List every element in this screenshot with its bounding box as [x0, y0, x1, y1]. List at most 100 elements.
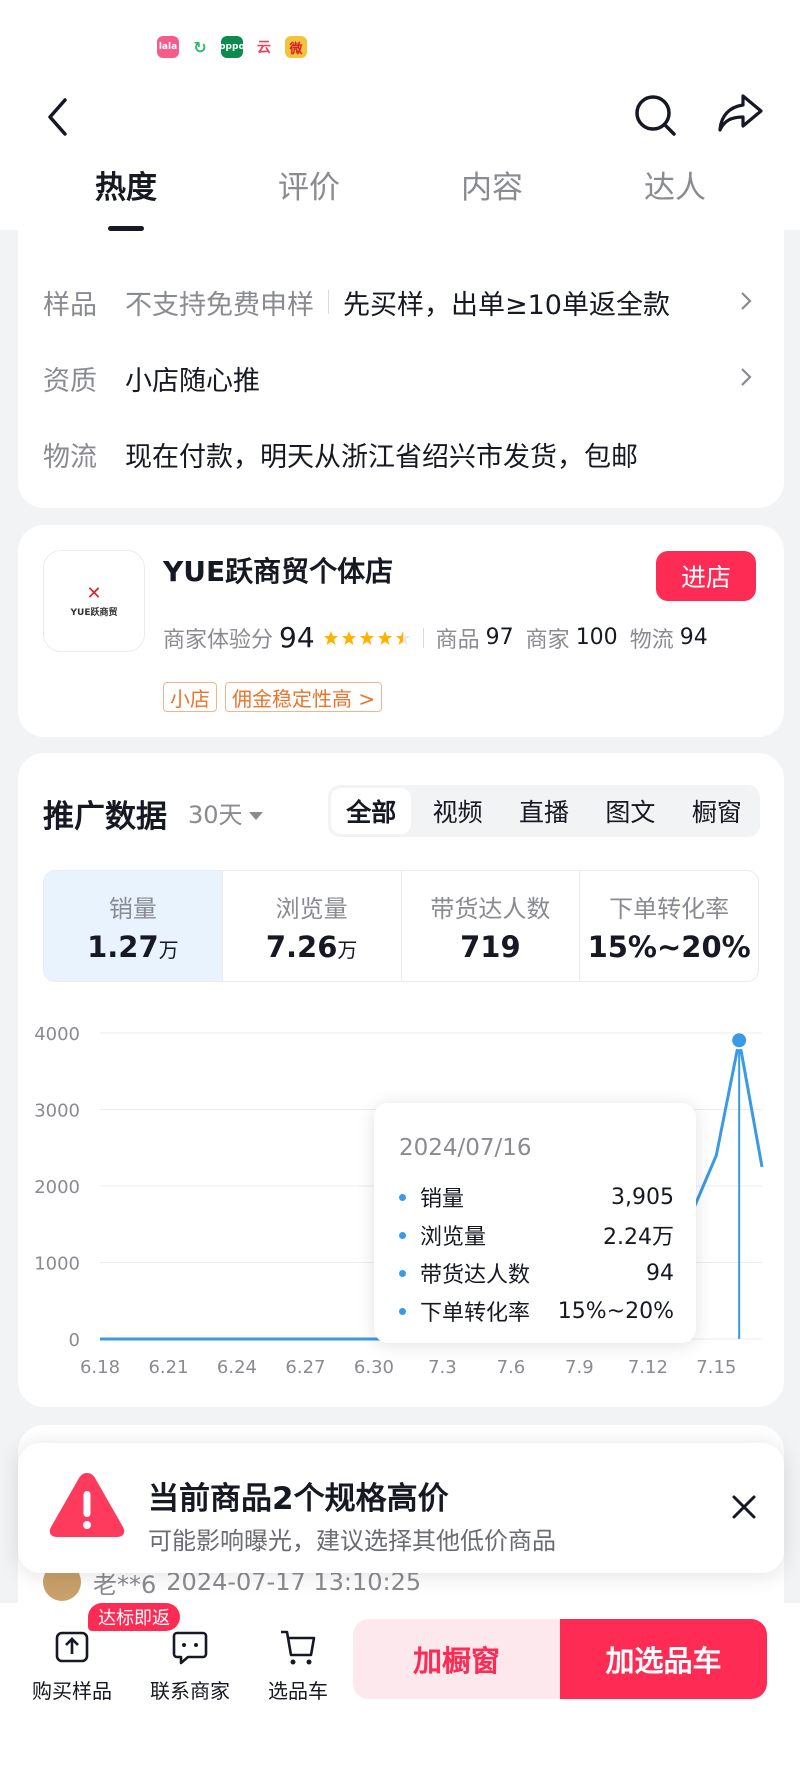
- tab-reviews[interactable]: 评价: [278, 162, 340, 207]
- chevron-right-icon: [741, 368, 752, 386]
- y-tick-label: 0: [69, 1330, 80, 1351]
- add-to-window-button[interactable]: 加橱窗: [353, 1619, 560, 1699]
- rating-stars: [323, 630, 411, 646]
- x-tick-label: 6.30: [354, 1357, 394, 1378]
- contact-merchant-button[interactable]: 联系商家: [150, 1627, 230, 1704]
- lala-app-icon: lala: [157, 36, 179, 58]
- star-half-icon: [395, 630, 410, 645]
- chat-icon: [172, 1631, 208, 1665]
- shop-tags: 小店 佣金稳定性高 >: [163, 682, 383, 712]
- share-icon[interactable]: [715, 88, 765, 138]
- yun-app-icon: 云: [253, 36, 275, 58]
- status-bar: lala ↻ oppo 云 微: [0, 0, 800, 80]
- upload-box-icon: [55, 1631, 89, 1663]
- chart-tooltip: 2024/07/16 销量 3,905 浏览量 2.24万 带货达人数 94 下单转化…: [374, 1103, 696, 1343]
- bottom-action-bar: 达标即返 购买样品 联系商家 选品车 加橱窗 加选品车: [0, 1603, 800, 1788]
- info-row-logistics: 物流 现在付款，明天从浙江省绍兴市发货，包邮: [43, 424, 759, 484]
- tooltip-row: 下单转化率 15%~20%: [399, 1293, 674, 1329]
- star-icon: [359, 630, 374, 645]
- buy-sample-button[interactable]: 购买样品: [32, 1627, 112, 1704]
- y-tick-label: 3000: [34, 1101, 80, 1122]
- info-row-sample[interactable]: 样品 不支持免费申样 先买样，出单≥10单返全款: [43, 272, 759, 332]
- x-tick-label: 7.3: [428, 1357, 457, 1378]
- warning-triangle-icon: [49, 1473, 125, 1537]
- y-tick-label: 2000: [34, 1177, 80, 1198]
- y-tick-label: 4000: [34, 1024, 80, 1045]
- search-icon[interactable]: [630, 90, 680, 140]
- shop-tag: 小店: [163, 682, 217, 712]
- series-dot-icon: [399, 1269, 406, 1277]
- cart-icon: [281, 1630, 316, 1665]
- product-info-card: 样品 不支持免费申样 先买样，出单≥10单返全款 资质 小店随心推 物流 现在付…: [18, 200, 784, 508]
- tooltip-row: 带货达人数 94: [399, 1255, 674, 1291]
- back-arrow-icon[interactable]: [40, 92, 80, 142]
- star-icon: [377, 630, 392, 645]
- x-tick-label: 6.27: [285, 1357, 325, 1378]
- x-tick-label: 7.6: [497, 1357, 526, 1378]
- shop-stats: 商家体验分 94 商品 97 商家 100 物流 94: [163, 621, 720, 654]
- score-label: 商家体验分: [163, 627, 274, 653]
- goods-label: 商品: [435, 627, 480, 653]
- shop-tag-commission[interactable]: 佣金稳定性高 >: [225, 682, 383, 712]
- series-dot-icon: [399, 1231, 406, 1239]
- divider: [422, 627, 424, 648]
- enter-shop-button[interactable]: 进店: [656, 551, 756, 601]
- shop-name[interactable]: YUE跃商贸个体店: [163, 550, 393, 590]
- info-value: 小店随心推: [125, 365, 260, 397]
- series-dot-icon: [399, 1193, 406, 1201]
- promo-data-card: 推广数据 30天 全部 视频 直播 图文 橱窗 销量 1.27万 浏览量 7.2…: [18, 753, 784, 1407]
- buy-sample-label: 购买样品: [32, 1679, 112, 1703]
- high-price-warning: 当前商品2个规格高价 可能影响曝光，建议选择其他低价商品: [18, 1443, 784, 1573]
- status-icons: lala ↻ oppo 云 微: [157, 36, 307, 58]
- warning-subtitle: 可能影响曝光，建议选择其他低价商品: [148, 1527, 556, 1555]
- tooltip-row: 销量 3,905: [399, 1179, 674, 1215]
- goods-score: 97: [485, 625, 514, 650]
- oppo-app-icon: oppo: [219, 36, 245, 58]
- warning-title: 当前商品2个规格高价: [148, 1481, 449, 1517]
- tab-heat[interactable]: 热度: [95, 162, 157, 207]
- tab-bar: 热度 评价 内容 达人: [0, 162, 800, 222]
- x-tick-label: 7.15: [696, 1357, 736, 1378]
- info-value: 先买样，出单≥10单返全款: [343, 289, 670, 321]
- tab-creators[interactable]: 达人: [644, 162, 706, 207]
- refresh-app-icon: ↻: [189, 36, 211, 58]
- contact-label: 联系商家: [150, 1679, 230, 1703]
- add-to-cart-button[interactable]: 加选品车: [560, 1619, 767, 1699]
- header: 热度 评价 内容 达人: [0, 80, 800, 231]
- highlight-point: [730, 1031, 749, 1050]
- x-tick-label: 7.12: [628, 1357, 668, 1378]
- info-value: 现在付款，明天从浙江省绍兴市发货，包邮: [125, 441, 638, 473]
- info-row-qualification[interactable]: 资质 小店随心推: [43, 348, 759, 408]
- shop-logo-mark-icon: ✕: [86, 582, 102, 604]
- info-sub: 不支持免费申样: [125, 289, 314, 321]
- info-key: 样品: [43, 289, 97, 321]
- weibo-app-icon: 微: [285, 36, 307, 58]
- merchant-label: 商家: [525, 627, 570, 653]
- tab-content[interactable]: 内容: [461, 162, 523, 207]
- info-key: 物流: [43, 441, 97, 473]
- tooltip-row: 浏览量 2.24万: [399, 1217, 674, 1253]
- logistics-label: 物流: [629, 627, 674, 653]
- x-tick-label: 7.9: [565, 1357, 594, 1378]
- tooltip-date: 2024/07/16: [399, 1135, 532, 1161]
- x-tick-label: 6.24: [217, 1357, 257, 1378]
- merchant-score: 100: [575, 625, 618, 650]
- score-value: 94: [279, 621, 315, 654]
- chevron-right-icon: [741, 292, 752, 310]
- shop-logo-text: YUE跃商贸: [70, 607, 118, 618]
- cart-label: 选品车: [268, 1679, 328, 1703]
- star-icon: [323, 630, 338, 645]
- close-icon[interactable]: [724, 1487, 764, 1527]
- reward-badge: 达标即返: [88, 1603, 180, 1631]
- logistics-score: 94: [679, 625, 708, 650]
- y-tick-label: 1000: [34, 1254, 80, 1275]
- shop-card: ✕ YUE跃商贸 YUE跃商贸个体店 进店 商家体验分 94 商品 97 商家 …: [18, 525, 784, 737]
- divider: [328, 290, 329, 314]
- selection-cart-button[interactable]: 选品车: [268, 1627, 328, 1704]
- shop-logo[interactable]: ✕ YUE跃商贸: [43, 550, 145, 652]
- tab-indicator: [108, 226, 144, 231]
- info-key: 资质: [43, 365, 97, 397]
- star-icon: [341, 630, 356, 645]
- series-dot-icon: [399, 1307, 406, 1315]
- x-tick-label: 6.18: [80, 1357, 120, 1378]
